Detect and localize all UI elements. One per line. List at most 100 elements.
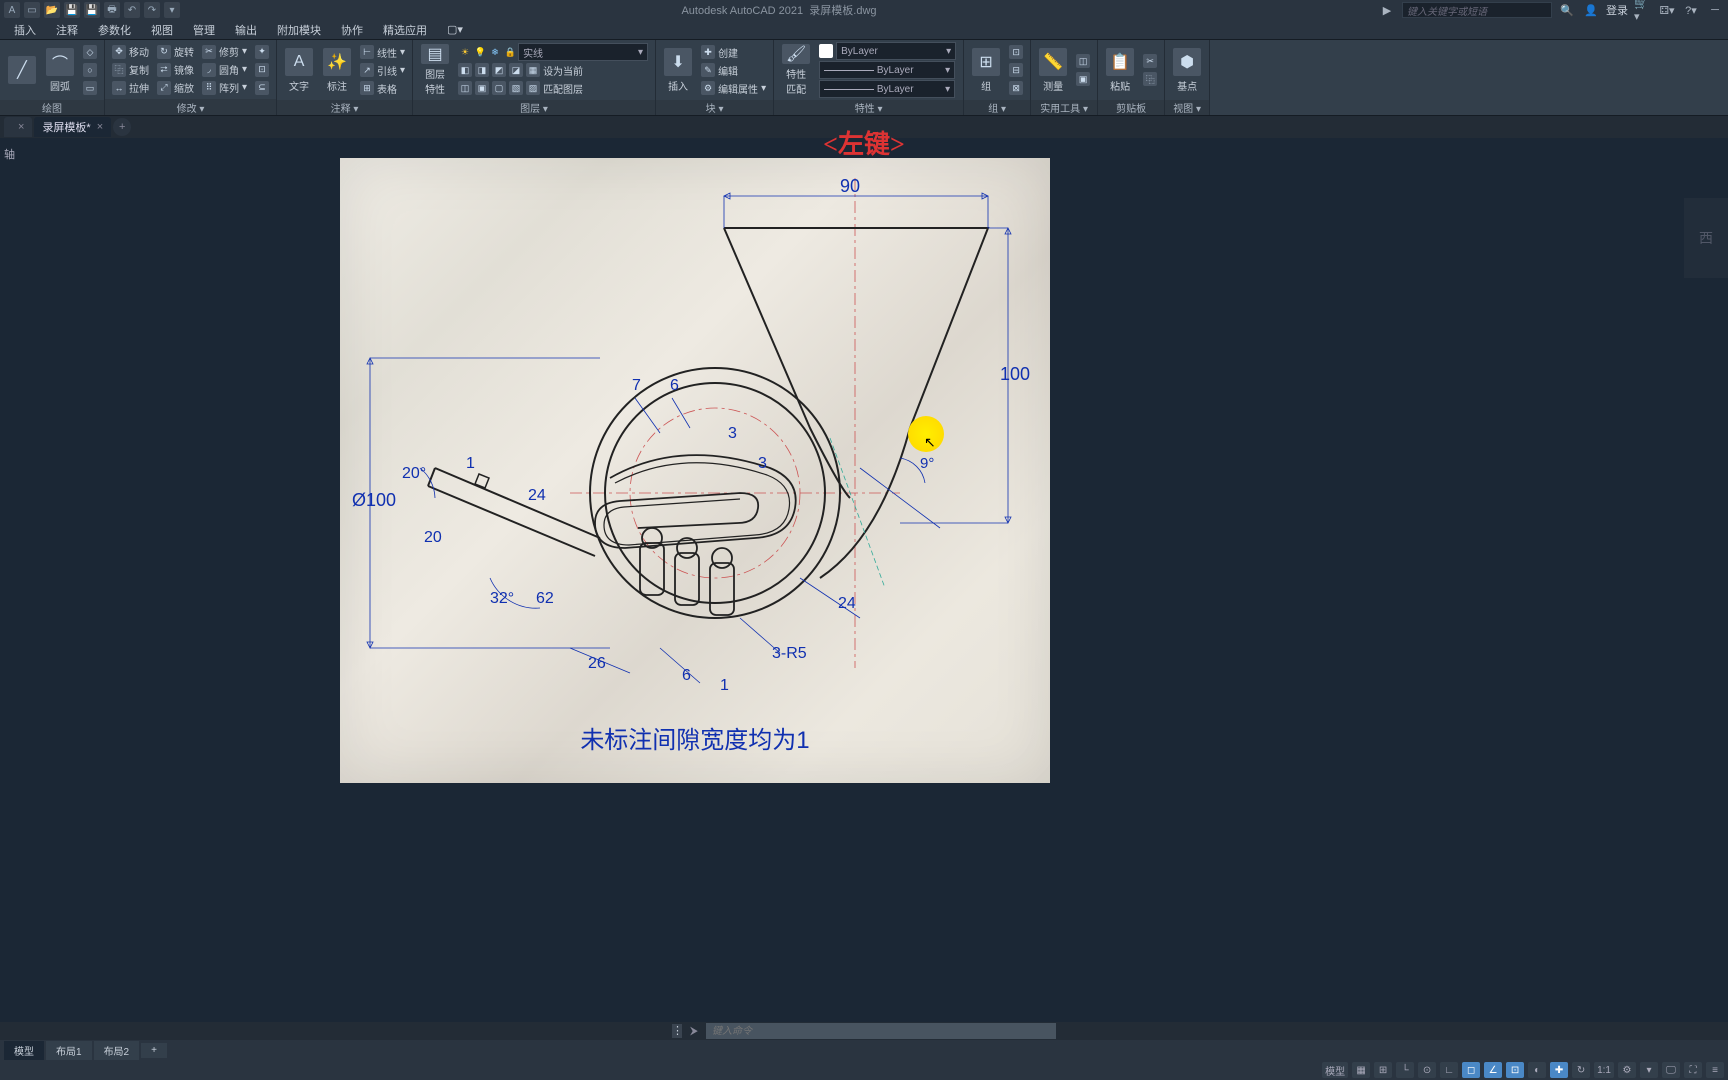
util-tool-1[interactable]: ◫ — [1073, 52, 1093, 70]
sb-polar-icon[interactable]: ⊙ — [1418, 1062, 1436, 1078]
table-button[interactable]: ⊞表格 — [357, 79, 408, 97]
copy-button[interactable]: ⿻复制 — [109, 61, 152, 79]
measure-button[interactable]: 📏测量 — [1035, 42, 1071, 98]
copy-clip-button[interactable]: ⿻ — [1140, 70, 1160, 88]
mod-icon1[interactable]: ✦ — [252, 43, 272, 61]
lock-icon[interactable]: 🔒 — [503, 45, 517, 59]
new-icon[interactable]: ▭ — [24, 2, 40, 18]
color-combo[interactable]: ByLayer▾ — [816, 42, 959, 60]
sb-grid-icon[interactable]: ▦ — [1352, 1062, 1370, 1078]
group-tool-3[interactable]: ⊠ — [1006, 79, 1026, 97]
command-input[interactable] — [706, 1023, 1056, 1039]
move-button[interactable]: ✥移动 — [109, 43, 152, 61]
sb-gear-icon[interactable]: ⚙ — [1618, 1062, 1636, 1078]
file-tab-2[interactable]: 录屏模板*× — [34, 117, 111, 137]
panel-block-title[interactable]: 块 ▾ — [656, 100, 773, 115]
menu-insert[interactable]: 插入 — [4, 20, 46, 40]
sb-transparency-icon[interactable]: ◐ — [1528, 1062, 1546, 1078]
bulb-icon[interactable]: 💡 — [473, 45, 487, 59]
sun-icon[interactable]: ☀ — [458, 45, 472, 59]
tab-layout2[interactable]: 布局2 — [94, 1041, 140, 1060]
linetype-combo2[interactable]: ByLayer▾ — [816, 80, 959, 98]
sb-snap-icon[interactable]: ⊞ — [1374, 1062, 1392, 1078]
linetype-combo[interactable]: 实线▾ — [518, 43, 648, 61]
polyline-button[interactable]: ◇ — [80, 43, 100, 61]
panel-props-title[interactable]: 特性 ▾ — [774, 100, 963, 115]
cmd-handle-icon[interactable]: ⋮ — [672, 1024, 682, 1038]
layer-tool-4[interactable]: ◪ — [509, 63, 523, 77]
editattr-button[interactable]: ⚙编辑属性▾ — [698, 79, 769, 97]
panel-layer-title[interactable]: 图层 ▾ — [413, 100, 655, 115]
panel-modify-title[interactable]: 修改 ▾ — [105, 99, 276, 115]
panel-view-title[interactable]: 视图 ▾ — [1165, 100, 1209, 115]
sb-scale[interactable]: 1:1 — [1594, 1062, 1614, 1078]
match-button[interactable]: 🖌特性 匹配 — [778, 42, 814, 98]
qat-more-icon[interactable]: ▾ — [164, 2, 180, 18]
mod-icon3[interactable]: ⊆ — [252, 79, 272, 97]
fillet-button[interactable]: ◞圆角▾ — [199, 61, 250, 79]
panel-util-title[interactable]: 实用工具 ▾ — [1031, 100, 1097, 115]
match-layer-button[interactable]: 匹配图层 — [543, 81, 583, 96]
layer-tool-2[interactable]: ◨ — [475, 63, 489, 77]
app-menu-icon[interactable]: A — [4, 2, 20, 18]
panel-draw-title[interactable]: 绘图 — [0, 100, 104, 115]
login-link[interactable]: 登录 — [1606, 2, 1628, 18]
menu-addons[interactable]: 附加模块 — [267, 20, 331, 40]
menu-output[interactable]: 输出 — [225, 20, 267, 40]
cut-button[interactable]: ✂ — [1140, 52, 1160, 70]
sb-dyn-icon[interactable]: ✚ — [1550, 1062, 1568, 1078]
layer-tool-9[interactable]: ▧ — [509, 81, 523, 95]
menu-collab[interactable]: 协作 — [331, 20, 373, 40]
panel-clip-title[interactable]: 剪贴板 — [1098, 100, 1164, 115]
viewcube[interactable]: 西 — [1684, 198, 1728, 278]
lineweight-combo[interactable]: ByLayer▾ — [816, 61, 959, 79]
file-tab-1[interactable]: × — [4, 117, 32, 137]
sb-cycle-icon[interactable]: ↻ — [1572, 1062, 1590, 1078]
edit-button[interactable]: ✎编辑 — [698, 61, 769, 79]
group-button[interactable]: ⊞组 — [968, 42, 1004, 98]
group-tool-2[interactable]: ⊟ — [1006, 61, 1026, 79]
layer-tool-7[interactable]: ▣ — [475, 81, 489, 95]
close-tab-icon[interactable]: × — [97, 121, 103, 133]
sb-osnap-icon[interactable]: ◻ — [1462, 1062, 1480, 1078]
cmd-prompt-icon[interactable]: ⮞ — [686, 1024, 702, 1038]
menu-manage[interactable]: 管理 — [183, 20, 225, 40]
menu-annotate[interactable]: 注释 — [46, 20, 88, 40]
tab-layout1[interactable]: 布局1 — [46, 1041, 92, 1060]
add-tab-button[interactable]: + — [113, 118, 131, 136]
redo-icon[interactable]: ↷ — [144, 2, 160, 18]
menu-more-icon[interactable]: ▢▾ — [437, 21, 473, 38]
rect-button[interactable]: ▭ — [80, 79, 100, 97]
base-button[interactable]: ⬢基点 — [1169, 42, 1205, 98]
saveas-icon[interactable]: 💾 — [84, 2, 100, 18]
panel-annot-title[interactable]: 注释 ▾ — [277, 100, 412, 115]
help-icon[interactable]: ?▾ — [1682, 2, 1700, 18]
tab-model[interactable]: 模型 — [4, 1041, 44, 1060]
arc-button[interactable]: ⌒圆弧 — [42, 42, 78, 98]
trim-button[interactable]: ✂修剪▾ — [199, 43, 250, 61]
linear-button[interactable]: ⊢线性▾ — [357, 43, 408, 61]
sb-iso-icon[interactable]: ∟ — [1440, 1062, 1458, 1078]
menu-featured[interactable]: 精选应用 — [373, 20, 437, 40]
sb-max-icon[interactable]: ⛶ — [1684, 1062, 1702, 1078]
minimize-icon[interactable]: ─ — [1706, 2, 1724, 18]
layer-tool-10[interactable]: ▨ — [526, 81, 540, 95]
sb-ortho-icon[interactable]: └ — [1396, 1062, 1414, 1078]
user-icon[interactable]: 👤 — [1582, 2, 1600, 18]
open-icon[interactable]: 📂 — [44, 2, 60, 18]
scale-button[interactable]: ⤢缩放 — [154, 79, 197, 97]
sb-dropdown-icon[interactable]: ▾ — [1640, 1062, 1658, 1078]
drawing-area[interactable]: <左键> 轴 西 90 100 — [0, 138, 1728, 1022]
cart-icon[interactable]: 🛒▾ — [1634, 2, 1652, 18]
apps-icon[interactable]: ⚃▾ — [1658, 2, 1676, 18]
layer-tool-6[interactable]: ◫ — [458, 81, 472, 95]
set-current-button[interactable]: 设为当前 — [543, 63, 583, 78]
paste-button[interactable]: 📋粘贴 — [1102, 42, 1138, 98]
layer-tool-3[interactable]: ◩ — [492, 63, 506, 77]
array-button[interactable]: ⠿阵列▾ — [199, 79, 250, 97]
line-button[interactable]: ╱ — [4, 42, 40, 98]
util-tool-2[interactable]: ▣ — [1073, 70, 1093, 88]
menu-view[interactable]: 视图 — [141, 20, 183, 40]
circle-button[interactable]: ○ — [80, 61, 100, 79]
freeze-icon[interactable]: ❄ — [488, 45, 502, 59]
